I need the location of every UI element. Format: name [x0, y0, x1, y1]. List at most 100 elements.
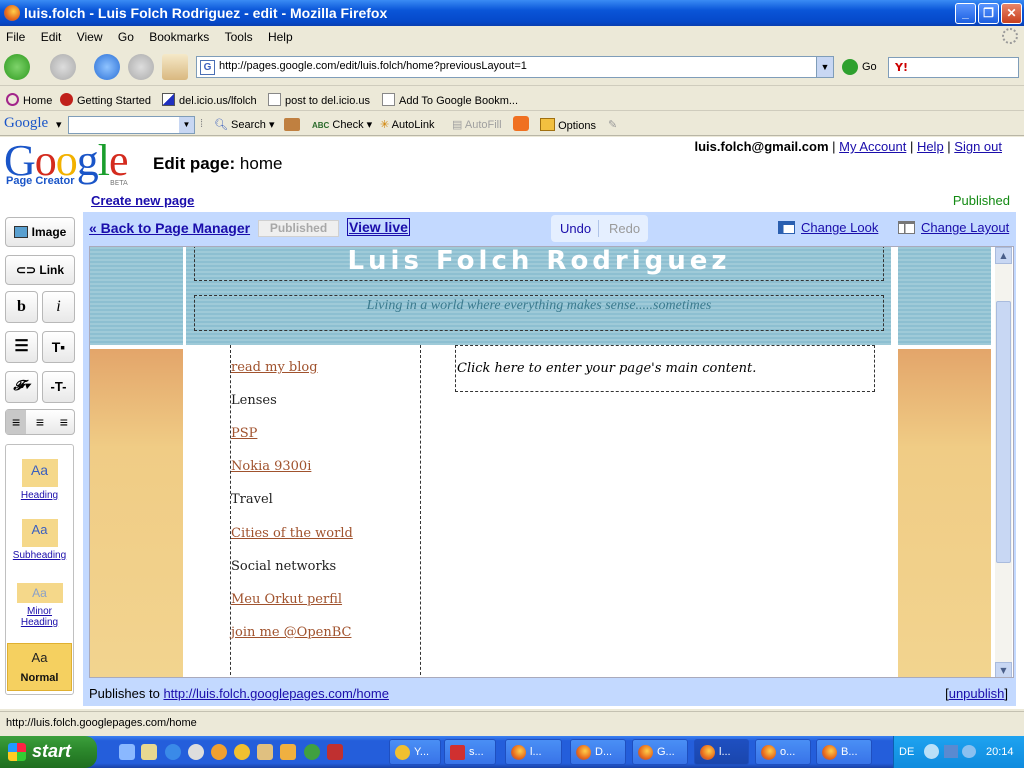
insert-link-button[interactable]: ⊂⊃ Link	[5, 255, 75, 285]
language-indicator[interactable]: DE	[899, 746, 914, 758]
quicklaunch-icon[interactable]	[257, 744, 273, 760]
bookmark-add-google[interactable]: Add To Google Bookm...	[382, 93, 518, 107]
stop-icon[interactable]	[128, 54, 154, 80]
align-center-icon[interactable]: ≡	[30, 410, 50, 434]
nav-link-nokia[interactable]: Nokia 9300i	[231, 459, 311, 474]
create-new-page-link[interactable]: Create new page	[91, 193, 194, 208]
volume-icon[interactable]	[962, 745, 976, 758]
main-content-area[interactable]: Click here to enter your page's main con…	[455, 345, 875, 392]
taskbar-item-active[interactable]: l...	[694, 739, 749, 765]
quicklaunch-icon[interactable]	[327, 744, 343, 760]
reload-icon[interactable]	[94, 54, 120, 80]
text-color-button[interactable]: T▪	[42, 331, 75, 363]
quicklaunch-icon[interactable]	[188, 744, 204, 760]
nav-link-psp[interactable]: PSP	[231, 426, 257, 441]
menu-go[interactable]: Go	[112, 26, 140, 44]
url-dropdown-icon[interactable]: ▼	[816, 57, 833, 77]
menu-help[interactable]: Help	[262, 26, 299, 44]
messenger-icon[interactable]	[234, 744, 250, 760]
bookmark-getting-started[interactable]: Getting Started	[60, 93, 151, 107]
google-search-button[interactable]: 🔍︎ Search ▾	[214, 118, 274, 131]
scroll-thumb[interactable]	[996, 301, 1011, 563]
ie-icon[interactable]	[165, 744, 181, 760]
search-engine-box[interactable]: Y!	[888, 57, 1019, 78]
search-dropdown-icon[interactable]: ▼	[179, 117, 194, 133]
quicklaunch-icon[interactable]	[119, 744, 135, 760]
published-button[interactable]: Published	[258, 220, 339, 237]
tray-expand-icon[interactable]	[924, 744, 939, 759]
bold-button[interactable]: b	[5, 291, 38, 323]
nav-link-openbc[interactable]: join me @OpenBC	[231, 625, 351, 640]
pencil-icon[interactable]: ✎	[608, 118, 617, 131]
autofill-button[interactable]: ▤ AutoFill	[452, 118, 502, 131]
unpublish-link[interactable]: unpublish	[949, 686, 1005, 701]
taskbar-item[interactable]: Y...	[389, 739, 441, 765]
home-icon[interactable]	[162, 54, 188, 80]
taskbar-item[interactable]: D...	[570, 739, 626, 765]
nav-link-cities[interactable]: Cities of the world	[231, 526, 353, 541]
menu-edit[interactable]: Edit	[35, 26, 68, 44]
back-icon[interactable]	[4, 54, 30, 80]
change-look-link[interactable]: Change Look	[778, 220, 878, 235]
bookmark-delicious[interactable]: del.icio.us/lfolch	[162, 93, 257, 107]
spell-check-button[interactable]: ABC Check ▾	[312, 118, 372, 131]
bookmark-post-delicious[interactable]: post to del.icio.us	[268, 93, 370, 107]
taskbar-item[interactable]: s...	[444, 739, 496, 765]
style-heading[interactable]: Aa Heading	[8, 459, 71, 501]
bullet-list-button[interactable]: ☰	[5, 331, 38, 363]
forward-icon[interactable]	[50, 54, 76, 80]
font-size-button[interactable]: -T-	[42, 371, 75, 403]
scroll-down-icon[interactable]: ▼	[995, 662, 1012, 677]
quicklaunch-icon[interactable]	[304, 744, 320, 760]
site-subtitle[interactable]: Living in a world where everything makes…	[194, 295, 884, 331]
vertical-scrollbar[interactable]: ▲ ▼	[995, 247, 1012, 677]
sidebar-content[interactable]: read my blog Lenses PSP Nokia 9300i Trav…	[230, 345, 421, 677]
quicklaunch-icon[interactable]	[280, 744, 296, 760]
taskbar-item[interactable]: B...	[816, 739, 872, 765]
menu-file[interactable]: File	[0, 26, 31, 44]
font-button[interactable]: 𝓕▾	[5, 371, 38, 403]
taskbar-item[interactable]: o...	[755, 739, 811, 765]
insert-image-button[interactable]: Image	[5, 217, 75, 247]
google-toolbar-logo[interactable]: Google	[4, 115, 48, 132]
nav-link-orkut[interactable]: Meu Orkut perfil	[231, 592, 342, 607]
maximize-button[interactable]: ❐	[978, 3, 999, 24]
start-button[interactable]: start	[0, 736, 97, 768]
network-icon[interactable]	[944, 745, 958, 758]
go-button[interactable]: Go	[842, 59, 877, 75]
menu-bookmarks[interactable]: Bookmarks	[143, 26, 215, 44]
style-subheading[interactable]: Aa Subheading	[8, 519, 71, 561]
style-minor-heading[interactable]: Aa Minor Heading	[8, 583, 71, 628]
google-search-input[interactable]: ▼	[68, 116, 195, 134]
my-account-link[interactable]: My Account	[839, 139, 906, 154]
minimize-button[interactable]: _	[955, 3, 976, 24]
blogger-icon[interactable]	[513, 116, 529, 131]
autolink-button[interactable]: ✳ AutoLink	[380, 118, 434, 131]
style-normal[interactable]: Aa Normal	[7, 643, 72, 691]
italic-button[interactable]: i	[42, 291, 75, 323]
help-link[interactable]: Help	[917, 139, 944, 154]
taskbar-item[interactable]: G...	[632, 739, 688, 765]
view-live-link[interactable]: View live	[347, 218, 410, 236]
scroll-up-icon[interactable]: ▲	[995, 247, 1012, 264]
menu-view[interactable]: View	[71, 26, 109, 44]
close-button[interactable]: ✕	[1001, 3, 1022, 24]
url-bar[interactable]: G http://pages.google.com/edit/luis.folc…	[196, 56, 834, 78]
change-layout-link[interactable]: Change Layout	[898, 220, 1009, 235]
taskbar-item[interactable]: l...	[505, 739, 562, 765]
back-to-page-manager-link[interactable]: « Back to Page Manager	[89, 220, 250, 236]
firefox-quicklaunch-icon[interactable]	[211, 744, 227, 760]
align-left-icon[interactable]: ≡	[6, 410, 27, 434]
options-button[interactable]: Options	[540, 118, 596, 132]
sign-out-link[interactable]: Sign out	[954, 139, 1002, 154]
bookmark-home[interactable]: Home	[6, 93, 52, 107]
quicklaunch-icon[interactable]	[141, 744, 157, 760]
undo-button[interactable]: Undo	[560, 221, 591, 236]
publish-url-link[interactable]: http://luis.folch.googlepages.com/home	[163, 686, 388, 701]
menu-tools[interactable]: Tools	[219, 26, 259, 44]
nav-link-blog[interactable]: read my blog	[231, 360, 318, 375]
chevron-down-icon[interactable]: ▾	[56, 118, 62, 131]
site-title[interactable]: Luis Folch Rodriguez	[194, 247, 884, 281]
align-right-icon[interactable]: ≡	[54, 410, 74, 434]
news-icon[interactable]	[284, 118, 300, 131]
